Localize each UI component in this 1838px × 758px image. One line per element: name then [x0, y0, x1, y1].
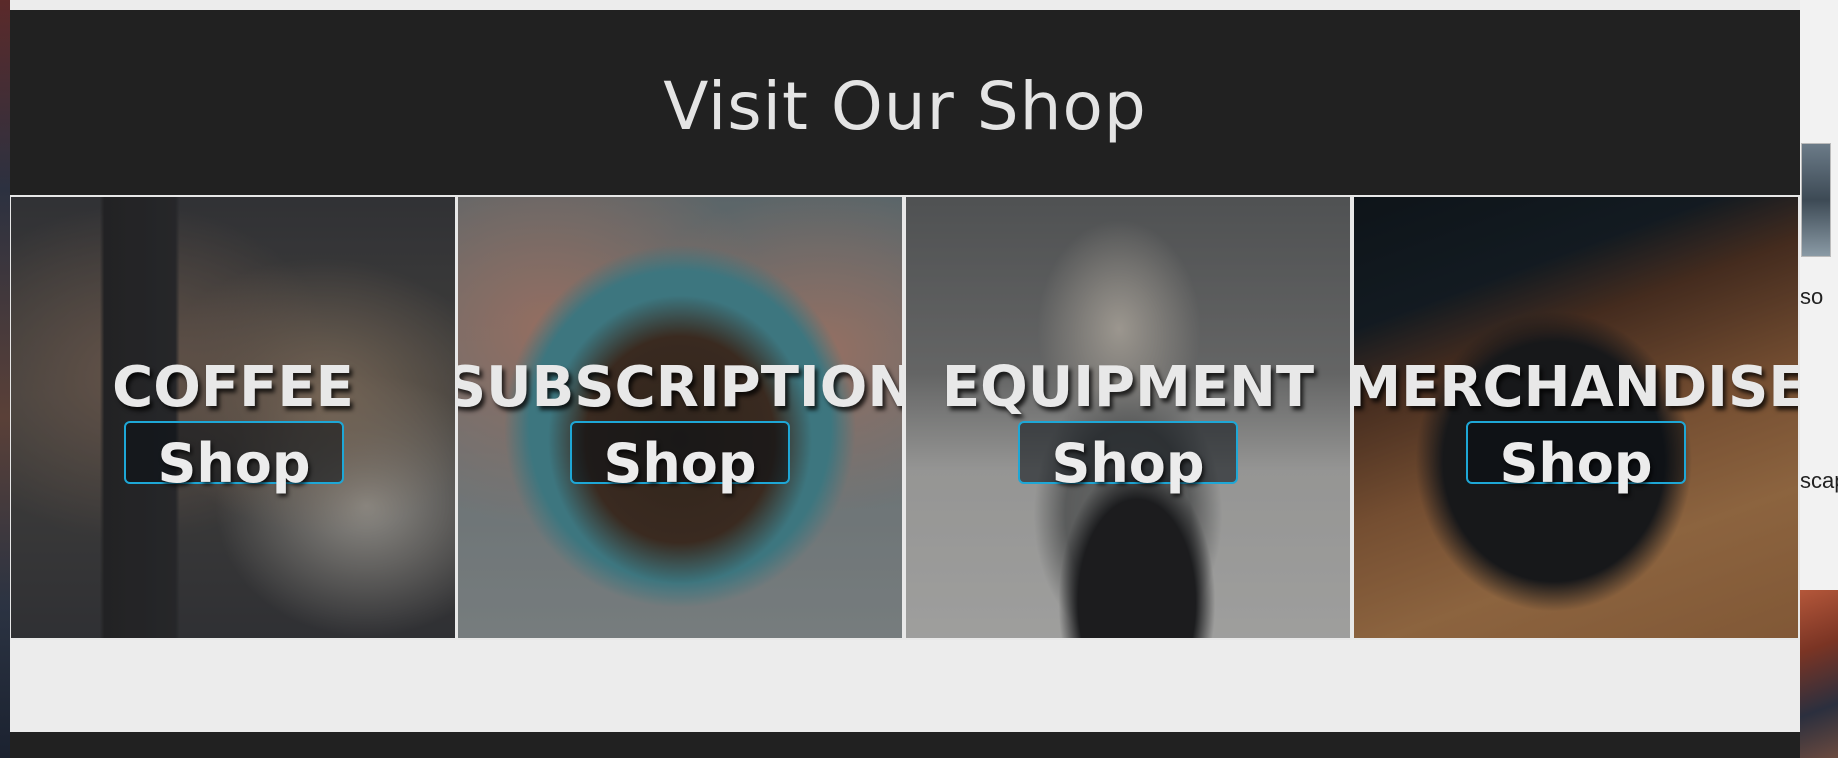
- footer-band: [10, 732, 1800, 758]
- desktop-background-left: [0, 0, 10, 758]
- shop-subscription-button[interactable]: Shop: [570, 421, 790, 491]
- category-title: SUBSCRIPTION: [458, 355, 902, 420]
- shop-button-label: Shop: [1499, 432, 1653, 495]
- shop-button-label: Shop: [603, 432, 757, 495]
- desktop-wallpaper: [1800, 590, 1838, 758]
- category-tile-subscription[interactable]: SUBSCRIPTION Shop: [458, 197, 902, 638]
- shop-button-label: Shop: [1051, 432, 1205, 495]
- category-title: MERCHANDISE: [1354, 355, 1798, 420]
- category-title: COFFEE: [112, 355, 354, 420]
- category-tile-coffee[interactable]: COFFEE Shop: [11, 197, 455, 638]
- category-title: EQUIPMENT: [941, 355, 1315, 420]
- shop-coffee-button[interactable]: Shop: [124, 421, 344, 491]
- category-tile-equipment[interactable]: EQUIPMENT Shop: [906, 197, 1350, 638]
- section-heading: Visit Our Shop: [663, 68, 1147, 145]
- shop-category-grid: COFFEE Shop SUBSCRIPTION Shop EQUIPMENT: [10, 195, 1800, 640]
- screen: so scap Visit Our Shop COFFEE Shop SUBSC…: [0, 0, 1838, 758]
- shop-button-label: Shop: [157, 432, 311, 495]
- desktop-file-label[interactable]: scap: [1800, 468, 1838, 494]
- desktop-file-label[interactable]: so: [1800, 284, 1823, 310]
- shop-equipment-button[interactable]: Shop: [1018, 421, 1238, 491]
- desktop-file-thumbnail[interactable]: [1801, 143, 1831, 257]
- category-tile-merchandise[interactable]: MERCHANDISE Shop: [1354, 197, 1798, 638]
- shop-merchandise-button[interactable]: Shop: [1466, 421, 1686, 491]
- browser-page: Visit Our Shop COFFEE Shop SUBSCRIPTION …: [10, 0, 1800, 758]
